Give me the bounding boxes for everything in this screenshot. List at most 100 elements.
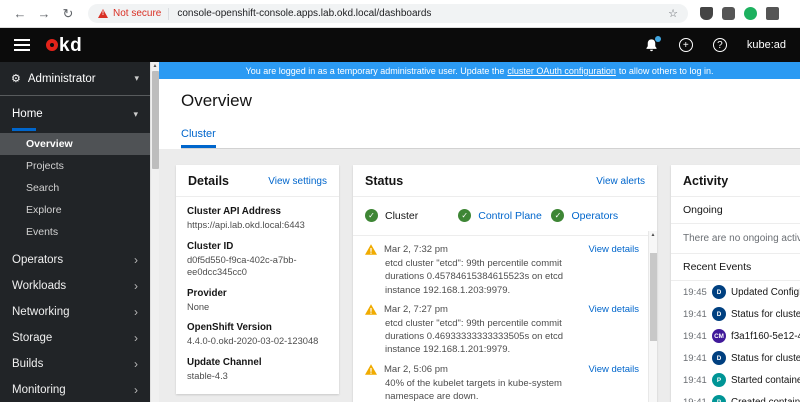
alert-message: 40% of the kubelet targets in kube-syste… bbox=[385, 377, 562, 402]
event-text: Started container ... bbox=[731, 374, 800, 386]
sidebar-item-monitoring[interactable]: Monitoring › bbox=[0, 377, 150, 402]
event-text: Updated ConfigM... bbox=[731, 286, 800, 298]
view-settings-link[interactable]: View settings bbox=[268, 176, 327, 187]
scroll-up-arrow[interactable]: ▲ bbox=[151, 62, 159, 71]
menu-toggle-button[interactable] bbox=[14, 36, 30, 54]
user-menu[interactable]: kube:ad bbox=[747, 39, 786, 51]
event-row[interactable]: 19:41 D Status for cluster... › bbox=[671, 347, 800, 369]
event-row[interactable]: 19:41 D Status for cluster... › bbox=[671, 303, 800, 325]
browser-chrome: ← → ↻ ! Not secure console-openshift-con… bbox=[0, 0, 800, 28]
url-text: console-openshift-console.apps.lab.okd.l… bbox=[177, 8, 432, 19]
extension-green-icon[interactable] bbox=[744, 7, 757, 20]
sidebar-item-overview[interactable]: Overview bbox=[0, 133, 150, 155]
resource-badge-deployment: D bbox=[712, 351, 726, 365]
status-card-title: Status bbox=[365, 174, 404, 188]
browser-refresh-button[interactable]: ↻ bbox=[56, 6, 80, 22]
alerts-scrollbar[interactable]: ▲ ▼ bbox=[648, 231, 657, 402]
sidebar-item-projects[interactable]: Projects bbox=[0, 155, 150, 177]
event-time: 19:41 bbox=[683, 374, 707, 386]
sidebar-item-builds[interactable]: Builds › bbox=[0, 351, 150, 377]
event-row[interactable]: 19:45 D Updated ConfigM... › bbox=[671, 281, 800, 303]
section-label: Operators bbox=[12, 254, 64, 266]
view-alerts-link[interactable]: View alerts bbox=[596, 176, 645, 187]
tab-bar: Cluster bbox=[181, 124, 800, 149]
banner-text: to allow others to log in. bbox=[618, 65, 714, 76]
notifications-bell-icon[interactable] bbox=[644, 35, 661, 53]
sidebar-item-events[interactable]: Events bbox=[0, 221, 150, 243]
okd-logo[interactable]: kd bbox=[46, 36, 82, 55]
address-bar[interactable]: ! Not secure console-openshift-console.a… bbox=[88, 4, 688, 23]
warning-triangle-icon bbox=[365, 364, 377, 375]
alert-message: etcd cluster "etcd": 99th percentile com… bbox=[385, 258, 564, 296]
divider bbox=[168, 7, 170, 20]
page-header: Overview Cluster bbox=[159, 79, 800, 149]
active-section-indicator bbox=[12, 128, 36, 131]
success-check-icon: ✓ bbox=[551, 209, 565, 222]
resource-badge-deployment: D bbox=[712, 285, 726, 299]
health-item-operators[interactable]: ✓ Operators bbox=[551, 209, 644, 222]
detail-term: Update Channel bbox=[187, 356, 262, 368]
page-scrollbar[interactable]: ▲ bbox=[150, 62, 159, 402]
alerts-list: Mar 2, 7:32 pm View details etcd cluster… bbox=[353, 236, 657, 402]
health-label: Control Plane bbox=[478, 209, 542, 222]
bookmark-star-icon[interactable]: ☆ bbox=[668, 7, 678, 20]
resource-badge-pod: P bbox=[712, 395, 726, 402]
activity-card-title: Activity bbox=[683, 174, 729, 188]
resource-badge-deployment: D bbox=[712, 307, 726, 321]
view-details-link[interactable]: View details bbox=[588, 364, 639, 375]
dashboard-grid: Details View settings Cluster API Addres… bbox=[159, 149, 800, 402]
recent-events-label: Recent Events bbox=[683, 261, 752, 273]
sidebar-item-explore[interactable]: Explore bbox=[0, 199, 150, 221]
activity-card: Activity View events Ongoing There are n… bbox=[671, 165, 800, 402]
extension-icon-2[interactable] bbox=[766, 7, 779, 20]
help-button[interactable]: ? bbox=[712, 38, 727, 52]
sidebar-item-workloads[interactable]: Workloads › bbox=[0, 273, 150, 299]
sidebar-item-storage[interactable]: Storage › bbox=[0, 325, 150, 351]
okd-logo-o-icon bbox=[46, 39, 58, 51]
browser-forward-button[interactable]: → bbox=[32, 6, 56, 21]
view-details-link[interactable]: View details bbox=[588, 304, 639, 315]
event-time: 19:45 bbox=[683, 286, 707, 298]
health-item-control-plane[interactable]: ✓ Control Plane bbox=[458, 209, 551, 222]
chevron-right-icon: › bbox=[134, 331, 138, 345]
section-label: Networking bbox=[12, 306, 70, 318]
health-item-cluster[interactable]: ✓ Cluster bbox=[365, 209, 458, 222]
alert-item: Mar 2, 5:06 pm View details 40% of the k… bbox=[353, 358, 657, 402]
events-list: 19:45 D Updated ConfigM... › 19:41 D Sta… bbox=[671, 281, 800, 402]
chevron-right-icon: › bbox=[134, 383, 138, 397]
alert-item: Mar 2, 7:32 pm View details etcd cluster… bbox=[353, 238, 657, 298]
ongoing-empty-text: There are no ongoing activities. bbox=[671, 224, 800, 254]
extension-icons bbox=[700, 7, 779, 20]
extension-shield-icon[interactable] bbox=[700, 7, 713, 20]
detail-term: Cluster ID bbox=[187, 240, 234, 252]
browser-back-button[interactable]: ← bbox=[8, 6, 32, 21]
scroll-up-arrow[interactable]: ▲ bbox=[649, 231, 657, 240]
sidebar-item-networking[interactable]: Networking › bbox=[0, 299, 150, 325]
detail-value: stable-4.3 bbox=[187, 370, 228, 381]
sidebar-item-search[interactable]: Search bbox=[0, 177, 150, 199]
event-row[interactable]: 19:41 P Created container... › bbox=[671, 391, 800, 402]
detail-term: OpenShift Version bbox=[187, 322, 272, 334]
detail-value: None bbox=[187, 301, 210, 312]
event-row[interactable]: 19:41 CM f3a1f160-5e12-4... › bbox=[671, 325, 800, 347]
chevron-right-icon: › bbox=[134, 357, 138, 371]
tab-cluster[interactable]: Cluster bbox=[181, 128, 216, 148]
sidebar-item-home[interactable]: Home ▾ bbox=[0, 100, 150, 128]
cluster-oauth-configuration-link[interactable]: cluster OAuth configuration bbox=[507, 66, 616, 76]
perspective-switcher[interactable]: ⚙ Administrator ▾ bbox=[0, 62, 150, 96]
event-row[interactable]: 19:41 P Started container ... › bbox=[671, 369, 800, 391]
sidebar-item-operators[interactable]: Operators › bbox=[0, 247, 150, 273]
alert-timestamp: Mar 2, 7:27 pm bbox=[384, 303, 448, 315]
alert-timestamp: Mar 2, 7:32 pm bbox=[384, 244, 448, 255]
extension-icon[interactable] bbox=[722, 7, 735, 20]
status-card: Status View alerts ✓ Cluster ✓ Control P… bbox=[353, 165, 657, 402]
scrollbar-thumb[interactable] bbox=[152, 71, 159, 169]
banner-text: You are logged in as a temporary adminis… bbox=[245, 65, 505, 76]
scrollbar-thumb[interactable] bbox=[650, 253, 657, 341]
add-button[interactable]: + bbox=[678, 38, 693, 52]
alert-item: Mar 2, 7:27 pm View details etcd cluster… bbox=[353, 298, 657, 358]
event-text: Created container... bbox=[731, 396, 800, 402]
detail-term: Provider bbox=[187, 287, 227, 299]
detail-value: 4.4.0-0.okd-2020-03-02-123048 bbox=[187, 336, 319, 347]
view-details-link[interactable]: View details bbox=[588, 244, 639, 255]
